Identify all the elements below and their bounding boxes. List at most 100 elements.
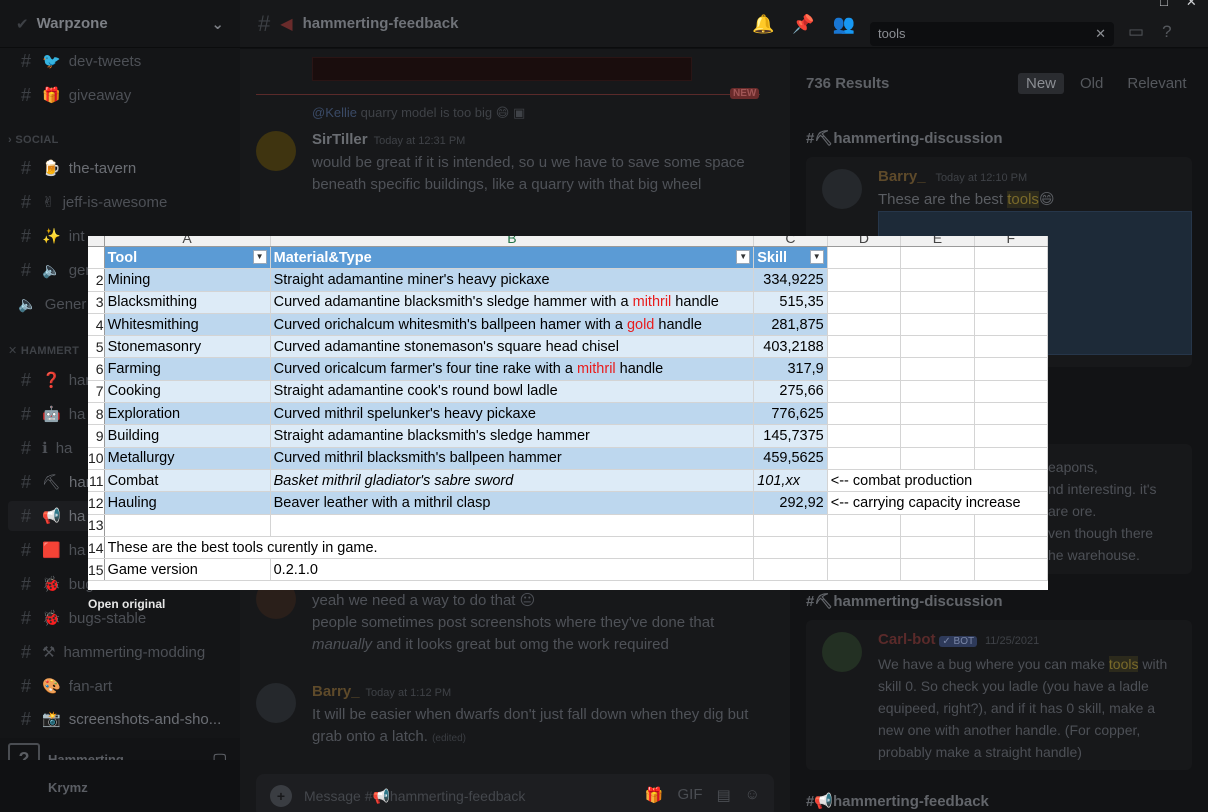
search-input[interactable]: tools ✕ <box>870 22 1114 46</box>
open-original-link[interactable]: Open original <box>88 597 165 611</box>
result-text-part: We have a bug where you can make <box>878 656 1109 672</box>
channel-the-tavern[interactable]: # 🍺 the-tavern <box>8 153 232 183</box>
channel-emoji: ✨ <box>42 228 61 245</box>
message-continuation: yeah we need a way to do that 😐 people s… <box>312 590 762 656</box>
sort-new[interactable]: New <box>1018 73 1065 94</box>
hash-icon: # <box>20 539 31 560</box>
channel-label: ha <box>68 405 86 423</box>
column-header: B <box>270 236 755 247</box>
cell <box>827 424 902 448</box>
reply-preview[interactable]: @Kellie quarry model is too big 😄 ▣ <box>312 105 525 121</box>
column-header: F <box>974 236 1048 247</box>
gift-icon[interactable]: 🎁 <box>645 786 664 804</box>
channel-hammerting-modding[interactable]: # ⚒ hammerting-modding <box>8 637 232 667</box>
result-time: Today at 12:10 PM <box>935 172 1028 184</box>
channel-label: fan-art <box>68 677 113 695</box>
channel-label: ha <box>68 541 86 559</box>
channel-label: Gener <box>44 295 87 313</box>
spreadsheet-image-preview[interactable]: A B C D E F Tool ▼ Material&Type ▼ Skill ▼ … <box>88 236 1048 590</box>
bell-icon[interactable]: 🔔 <box>752 14 774 35</box>
add-attachment-icon[interactable]: + <box>270 785 292 807</box>
search-value: tools <box>878 26 906 41</box>
channel-giveaway[interactable]: # 🎁 giveaway <box>8 80 232 110</box>
message-timestamp: Today at 1:12 PM <box>365 687 452 699</box>
result-channel-label[interactable]: #📢hammerting-feedback <box>806 792 989 810</box>
channel-dev-tweets[interactable]: # 🐦 dev-tweets <box>8 46 232 76</box>
hash-icon: # <box>20 675 31 696</box>
result-author[interactable]: Carl-bot <box>878 631 936 648</box>
message-author[interactable]: Barry_ <box>312 683 360 700</box>
help-icon[interactable]: ? <box>1162 22 1171 42</box>
message-composer[interactable]: + Message #📢hammerting-feedback 🎁 GIF ▤ … <box>256 774 774 812</box>
cell <box>900 246 975 270</box>
sticker-icon[interactable]: ▤ <box>716 786 730 804</box>
cell <box>974 268 1048 292</box>
cell-tool: Cooking <box>104 380 271 404</box>
header-tool: Tool ▼ <box>104 246 271 270</box>
megaphone-icon: 📢 <box>42 508 61 525</box>
server-header[interactable]: ✔ Warpzone ⌄ <box>0 0 240 48</box>
row-number: 13 <box>88 514 105 537</box>
channel-emoji: 🐦 <box>42 53 61 70</box>
table-row: 4 Whitesmithing Curved orichalcum whites… <box>88 313 1048 337</box>
result-channel-label[interactable]: #⛏hammerting-discussion <box>806 592 1003 610</box>
category-hammerting[interactable]: ✕ HAMMERT <box>8 344 79 357</box>
result-text-line: eapons, <box>1048 459 1098 475</box>
cell-material: Curved adamantine stonemason's square he… <box>270 335 755 359</box>
clear-search-icon[interactable]: ✕ <box>1095 26 1106 42</box>
channel-label: int <box>68 227 85 245</box>
channel-label: bugs-stable <box>68 609 147 627</box>
result-channel-label[interactable]: #⛏hammerting-discussion <box>806 129 1003 147</box>
channel-screenshots[interactable]: # 📸 screenshots-and-sho... <box>8 704 232 734</box>
members-icon[interactable]: 👥 <box>833 14 855 35</box>
hash-icon: # <box>20 607 31 628</box>
message-author[interactable]: SirTiller <box>312 131 368 148</box>
row-number: 5 <box>88 335 105 359</box>
avatar[interactable] <box>822 632 862 672</box>
check-icon: ✔ <box>16 15 29 33</box>
text-part: handle <box>671 294 719 311</box>
avatar[interactable] <box>822 169 862 209</box>
channel-emoji: ℹ <box>42 440 48 457</box>
cell-tool: Metallurgy <box>104 447 271 470</box>
emoji-icon[interactable]: ☺ <box>745 786 760 804</box>
cell-skill: 317,9 <box>753 357 828 381</box>
category-label: SOCIAL <box>15 134 59 146</box>
window-controls: □ ✕ <box>1160 0 1197 10</box>
cell <box>827 291 902 314</box>
category-social[interactable]: › SOCIAL <box>8 134 59 146</box>
sort-relevant[interactable]: Relevant <box>1119 73 1194 94</box>
result-author[interactable]: Barry_ <box>878 168 926 185</box>
pin-icon[interactable]: 📌 <box>792 14 814 35</box>
hash-icon: # <box>258 10 271 36</box>
table-row: 15 Game version 0.2.1.0 <box>88 558 1048 582</box>
embedded-image-strip <box>312 57 692 81</box>
channel-emoji: ❓ <box>42 372 61 389</box>
channel-emoji: 🎁 <box>42 87 61 104</box>
message-text-part: It will be easier when dwarfs don't just… <box>312 706 749 745</box>
channel-fan-art[interactable]: # 🎨 fan-art <box>8 671 232 701</box>
cell-note-text: These are the best tools curently in gam… <box>104 536 755 560</box>
chevron-down-icon[interactable]: ⌄ <box>211 15 224 33</box>
header-icons: 🔔 📌 👥 <box>752 14 855 35</box>
result-text: We have a bug where you can make tools w… <box>878 653 1178 763</box>
header-material: Material&Type ▼ <box>270 246 755 270</box>
cell-material: Curved orichalcum whitesmith's ballpeen … <box>270 313 755 337</box>
pickaxe-icon: ⛏ <box>42 474 62 491</box>
result-text-part: These are the best <box>878 191 1008 208</box>
cell <box>827 357 902 381</box>
gif-icon[interactable]: GIF <box>677 786 702 804</box>
message-timestamp: Today at 12:31 PM <box>373 135 466 147</box>
avatar[interactable] <box>256 683 296 723</box>
channel-label: jeff-is-awesome <box>62 193 168 211</box>
search-result-card[interactable]: Carl-bot ✓ BOT 11/25/2021 We have a bug … <box>806 620 1192 770</box>
hash-icon: # <box>20 505 31 526</box>
close-button[interactable]: ✕ <box>1186 0 1197 10</box>
inbox-icon[interactable]: ▭ <box>1128 22 1144 42</box>
maximize-button[interactable]: □ <box>1160 0 1168 10</box>
avatar[interactable] <box>256 131 296 171</box>
sort-old[interactable]: Old <box>1072 73 1111 94</box>
cell <box>827 514 902 537</box>
channel-jeff-is-awesome[interactable]: # ✌ jeff-is-awesome <box>8 187 232 217</box>
message-barry: Barry_ Today at 1:12 PM It will be easier… <box>312 681 762 750</box>
